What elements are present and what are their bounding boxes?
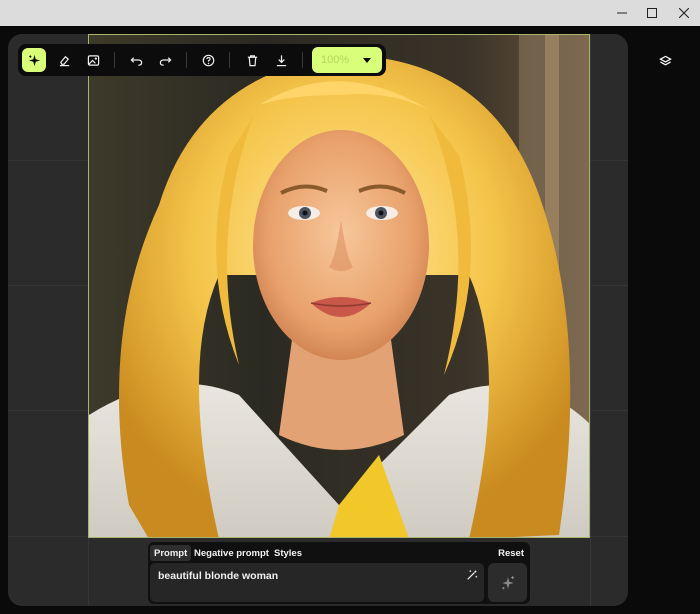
trash-icon [247,54,257,66]
tab-negative-prompt[interactable]: Negative prompt [190,545,273,561]
close-button[interactable] [668,0,700,26]
chevron-down-icon [363,58,371,63]
portrait-image [89,35,589,537]
download-button[interactable] [269,48,293,72]
reset-button[interactable]: Reset [498,545,524,561]
toolbar-divider [114,52,115,68]
sparkle-icon [501,575,514,589]
help-button[interactable] [196,48,220,72]
window-title-bar [0,0,700,26]
toolbar-divider [186,52,187,68]
layers-icon [658,55,672,65]
zoom-select[interactable]: 100% [312,47,382,73]
minimize-button[interactable] [606,0,638,26]
image-upload-button[interactable] [81,48,105,72]
image-icon [87,54,99,66]
editor-toolbar: 100% [18,44,386,76]
redo-icon [159,56,171,66]
generate-button[interactable] [488,563,527,602]
delete-button[interactable] [240,48,264,72]
maximize-icon [647,8,657,18]
maximize-button[interactable] [636,0,668,26]
prompt-input[interactable]: beautiful blonde woman [150,563,484,602]
layers-button[interactable] [656,52,674,70]
generative-fill-button[interactable] [22,48,46,72]
eraser-icon [59,55,69,66]
help-icon [202,54,214,66]
toolbar-divider [229,52,230,68]
generated-image[interactable] [88,34,590,538]
minimize-icon [617,12,627,14]
redo-button[interactable] [153,48,177,72]
undo-button[interactable] [124,48,148,72]
tab-styles[interactable]: Styles [270,545,306,561]
canvas-panel [8,34,628,606]
undo-icon [130,56,142,66]
prompt-panel: Prompt Negative prompt Styles Reset beau… [148,542,530,604]
download-icon [276,54,286,66]
grid-line [590,34,591,606]
tab-prompt[interactable]: Prompt [150,545,192,561]
zoom-value: 100% [321,54,350,66]
magic-wand-icon[interactable] [466,569,478,581]
sparkle-icon [28,54,40,66]
prompt-input-value: beautiful blonde woman [158,570,279,582]
close-icon [679,8,689,18]
eraser-button[interactable] [52,48,76,72]
toolbar-divider [302,52,303,68]
